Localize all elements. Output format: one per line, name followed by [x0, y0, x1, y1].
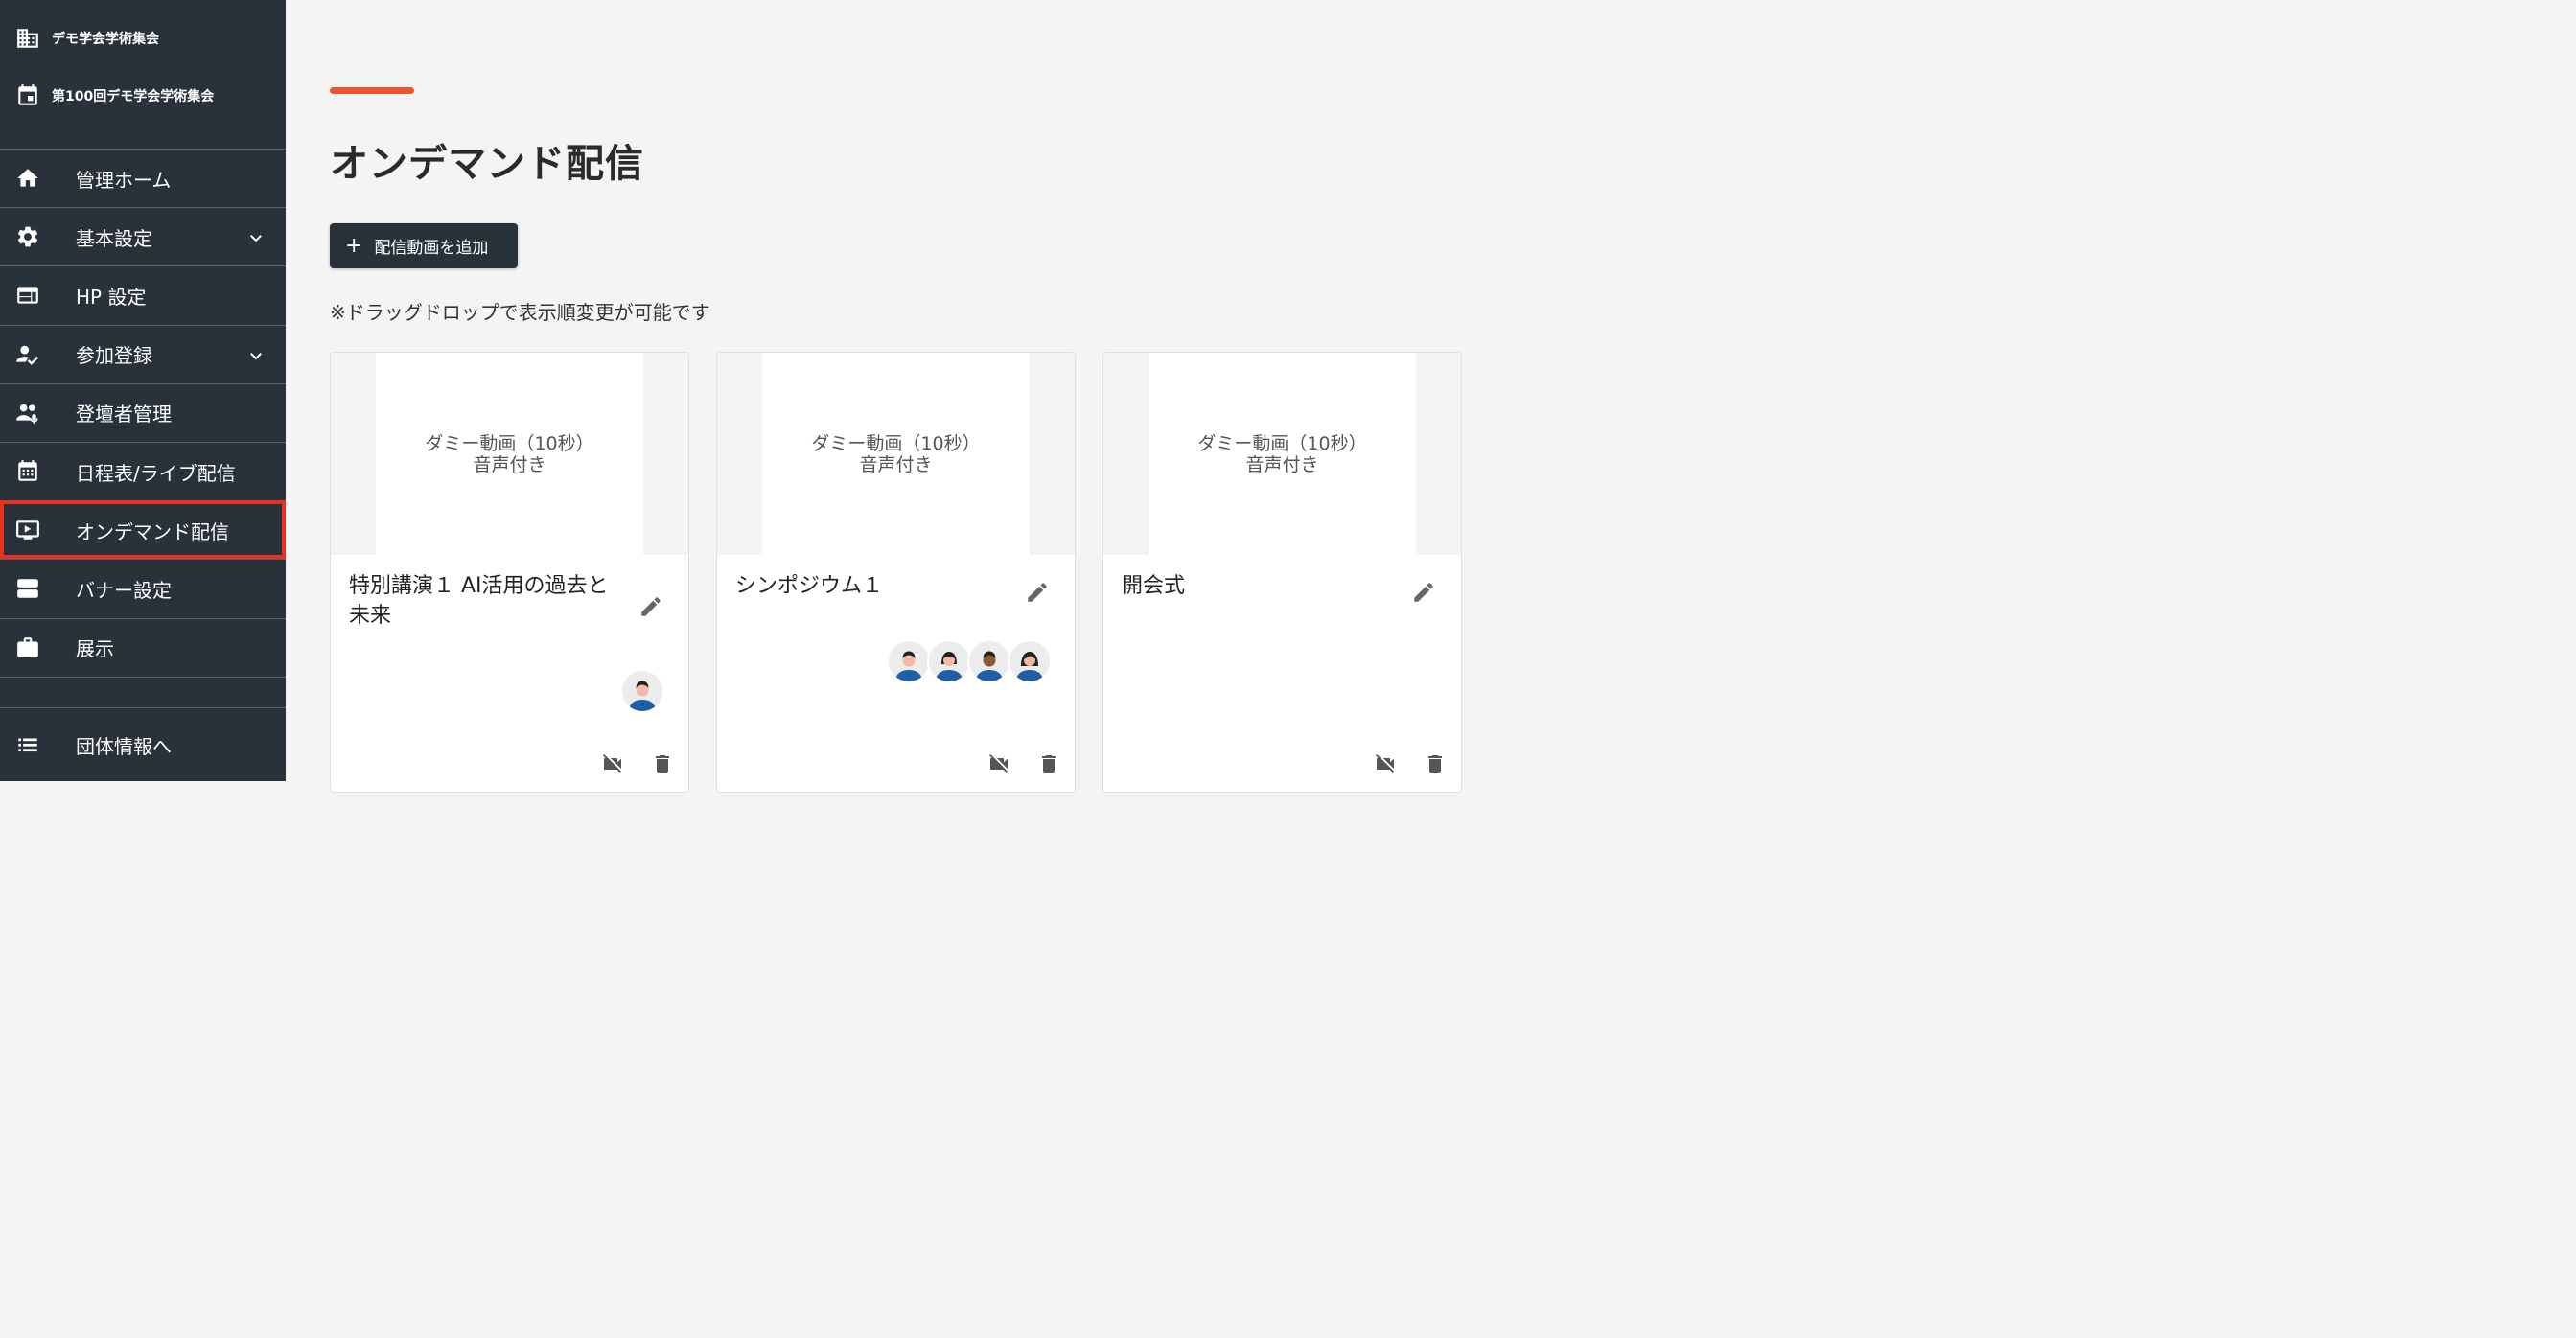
thumbnail-text: ダミー動画（10秒）	[425, 432, 594, 454]
card-actions	[600, 751, 675, 776]
speakers-icon	[15, 401, 40, 426]
video-thumbnail[interactable]: ダミー動画（10秒） 音声付き	[331, 353, 688, 555]
sidebar-item-banner[interactable]: バナー設定	[0, 559, 286, 617]
edit-icon[interactable]	[1025, 580, 1050, 605]
avatar	[927, 639, 971, 683]
home-icon	[15, 166, 40, 191]
org-name: デモ学会学術集会	[52, 32, 159, 47]
video-thumbnail[interactable]: ダミー動画（10秒） 音声付き	[1103, 353, 1461, 555]
card-actions	[986, 751, 1061, 776]
banner-icon	[15, 576, 40, 601]
sidebar-item-speakers[interactable]: 登壇者管理	[0, 382, 286, 442]
title-accent-bar	[330, 87, 414, 94]
avatar	[620, 669, 664, 713]
add-video-button[interactable]: + 配信動画を追加	[330, 223, 518, 268]
video-off-icon[interactable]	[600, 751, 625, 776]
avatar	[1008, 639, 1052, 683]
building-icon	[15, 26, 40, 51]
sidebar-item-home[interactable]: 管理ホーム	[0, 149, 286, 207]
org-info-label: 団体情報へ	[76, 734, 172, 758]
sidebar-item-label: バナー設定	[76, 578, 172, 602]
sidebar-item-exhibition[interactable]: 展示	[0, 617, 286, 677]
chevron-down-icon[interactable]	[247, 228, 265, 245]
thumbnail-text: ダミー動画（10秒）	[811, 432, 981, 454]
video-card[interactable]: ダミー動画（10秒） 音声付き 開会式	[1102, 352, 1462, 793]
sidebar-item-basic-settings[interactable]: 基本設定	[0, 207, 286, 265]
avatar	[887, 639, 931, 683]
thumbnail-subtext: 音声付き	[473, 453, 546, 475]
briefcase-icon	[15, 635, 40, 660]
play-screen-icon	[15, 518, 40, 542]
sidebar-item-on-demand[interactable]: オンデマンド配信	[0, 500, 286, 560]
edit-icon[interactable]	[638, 594, 663, 619]
card-actions	[1373, 751, 1448, 776]
sidebar-item-label: オンデマンド配信	[76, 519, 229, 543]
video-frame: ダミー動画（10秒） 音声付き	[1149, 353, 1416, 555]
sidebar-item-hp-settings[interactable]: HP 設定	[0, 265, 286, 324]
trash-icon[interactable]	[1423, 751, 1448, 776]
add-video-label: 配信動画を追加	[374, 239, 489, 258]
person-check-icon	[15, 342, 40, 367]
video-frame: ダミー動画（10秒） 音声付き	[762, 353, 1030, 555]
sidebar-item-label: HP 設定	[76, 285, 147, 309]
speaker-avatars	[887, 639, 1052, 683]
event-link[interactable]: 第100回デモ学会学術集会	[0, 67, 286, 125]
divider	[0, 676, 286, 678]
calendar-icon	[15, 459, 40, 484]
org-info-link[interactable]: 団体情報へ	[0, 707, 286, 781]
thumbnail-subtext: 音声付き	[859, 453, 933, 475]
sidebar-item-label: 参加登録	[76, 344, 152, 368]
avatar	[967, 639, 1011, 683]
event-name: 第100回デモ学会学術集会	[52, 89, 215, 104]
chevron-down-icon[interactable]	[247, 346, 265, 363]
sidebar-item-label: 基本設定	[76, 226, 152, 250]
thumbnail-subtext: 音声付き	[1245, 453, 1319, 475]
video-card[interactable]: ダミー動画（10秒） 音声付き シンポジウム１	[716, 352, 1076, 793]
speaker-avatars	[620, 669, 664, 713]
video-card[interactable]: ダミー動画（10秒） 音声付き 特別講演１ AI活用の過去と未来	[330, 352, 689, 793]
gear-icon	[15, 224, 40, 249]
video-off-icon[interactable]	[1373, 751, 1398, 776]
event-calendar-icon	[15, 83, 40, 108]
main-content: オンデマンド配信 + 配信動画を追加 ※ドラッグドロップで表示順変更が可能です …	[286, 0, 1503, 793]
video-title: シンポジウム１	[735, 574, 884, 598]
sidebar-item-schedule[interactable]: 日程表/ライブ配信	[0, 441, 286, 500]
trash-icon[interactable]	[1036, 751, 1061, 776]
sidebar-item-registration[interactable]: 参加登録	[0, 324, 286, 383]
sidebar-item-label: 日程表/ライブ配信	[76, 461, 236, 485]
trash-icon[interactable]	[650, 751, 675, 776]
sidebar-item-label: 展示	[76, 637, 114, 661]
page-title: オンデマンド配信	[330, 142, 644, 186]
list-icon	[15, 732, 40, 757]
sidebar: デモ学会学術集会 第100回デモ学会学術集会 管理ホーム 基本設定 HP 設定 …	[0, 0, 286, 781]
sidebar-item-label: 登壇者管理	[76, 403, 172, 427]
video-thumbnail[interactable]: ダミー動画（10秒） 音声付き	[717, 353, 1075, 555]
video-off-icon[interactable]	[986, 751, 1011, 776]
web-layout-icon	[15, 283, 40, 308]
video-frame: ダミー動画（10秒） 音声付き	[376, 353, 643, 555]
plus-icon: +	[345, 233, 363, 258]
org-link[interactable]: デモ学会学術集会	[0, 10, 286, 67]
video-title: 開会式	[1122, 574, 1186, 598]
drag-drop-hint: ※ドラッグドロップで表示順変更が可能です	[330, 301, 710, 324]
sidebar-item-label: 管理ホーム	[76, 168, 172, 192]
edit-icon[interactable]	[1411, 580, 1436, 605]
sidebar-nav: 管理ホーム 基本設定 HP 設定 参加登録 登壇者管理 日程表/ライブ配信 オン…	[0, 149, 286, 678]
thumbnail-text: ダミー動画（10秒）	[1197, 432, 1367, 454]
video-title: 特別講演１ AI活用の過去と未来	[349, 574, 609, 628]
